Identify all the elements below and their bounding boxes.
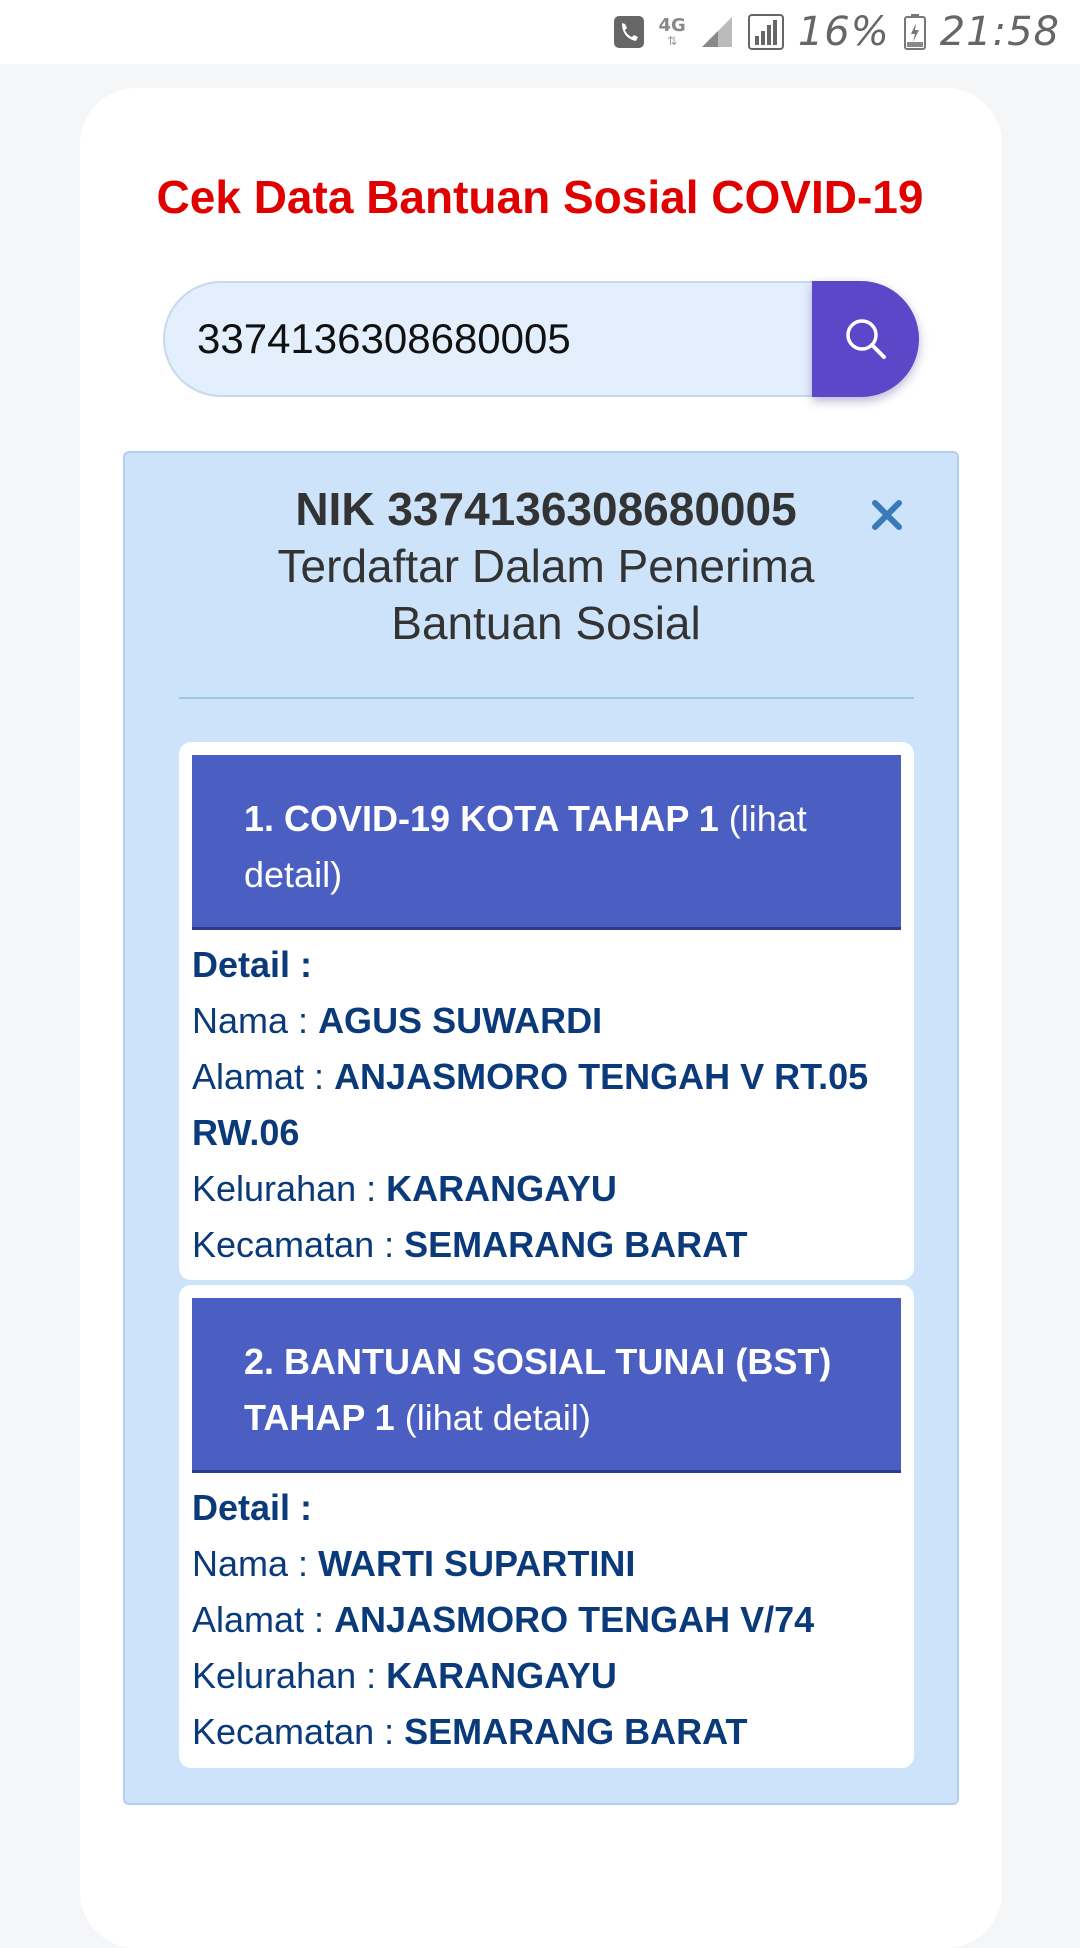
page-title: Cek Data Bantuan Sosial COVID-19 [156,171,924,223]
nama-label: Nama : [192,1543,309,1584]
clock: 21:58 [939,9,1060,55]
search-input[interactable]: 3374136308680005 [163,281,812,397]
kelurahan-value: KARANGAYU [386,1168,617,1209]
nama-value: WARTI SUPARTINI [318,1543,636,1584]
alamat-label: Alamat : [192,1056,325,1097]
alamat-value: ANJASMORO TENGAH V/74 [334,1599,815,1640]
alamat-label: Alamat : [192,1599,325,1640]
battery-icon [903,14,926,50]
program-details: Detail : Nama : WARTI SUPARTINI Alamat :… [192,1480,901,1760]
kecamatan-label: Kecamatan : [192,1224,395,1265]
nik-heading: NIK 3374136308680005 [295,483,797,535]
kelurahan-label: Kelurahan : [192,1168,377,1209]
kelurahan-label: Kelurahan : [192,1655,377,1696]
battery-percent: 16% [797,9,890,55]
detail-link[interactable]: (lihat detail) [405,1397,591,1438]
search-bar: 3374136308680005 [163,281,919,397]
program-details: Detail : Nama : AGUS SUWARDI Alamat : AN… [192,937,901,1273]
registered-status-line: Bantuan Sosial [391,597,701,649]
program-title: 1. COVID-19 KOTA TAHAP 1 [244,798,719,839]
nama-value: AGUS SUWARDI [318,1000,603,1041]
detail-label: Detail : [192,944,313,985]
divider [179,697,914,699]
program-header[interactable]: 1. COVID-19 KOTA TAHAP 1 (lihat detail) [192,755,901,930]
close-button[interactable] [863,491,911,539]
kecamatan-value: SEMARANG BARAT [404,1224,748,1265]
program-header[interactable]: 2. BANTUAN SOSIAL TUNAI (BST) TAHAP 1 (l… [192,1298,901,1473]
nama-label: Nama : [192,1000,309,1041]
registered-status-line: Terdaftar Dalam Penerima [277,540,815,592]
status-bar: 4G ⇅ 16% 21:58 [0,0,1080,64]
detail-label: Detail : [192,1487,313,1528]
kelurahan-value: KARANGAYU [386,1655,617,1696]
kecamatan-value: SEMARANG BARAT [404,1711,748,1752]
call-icon [613,15,645,49]
search-icon [845,319,886,359]
close-icon [872,500,902,530]
signal-icon [700,15,734,49]
program-card: 2. BANTUAN SOSIAL TUNAI (BST) TAHAP 1 (l… [179,1285,914,1768]
signal-icon [747,14,784,50]
program-card: 1. COVID-19 KOTA TAHAP 1 (lihat detail) … [179,742,914,1280]
result-header: NIK 3374136308680005 Terdaftar Dalam Pen… [123,480,969,652]
kecamatan-label: Kecamatan : [192,1711,395,1752]
network-type: 4G ⇅ [658,15,686,48]
search-button[interactable] [812,281,919,397]
